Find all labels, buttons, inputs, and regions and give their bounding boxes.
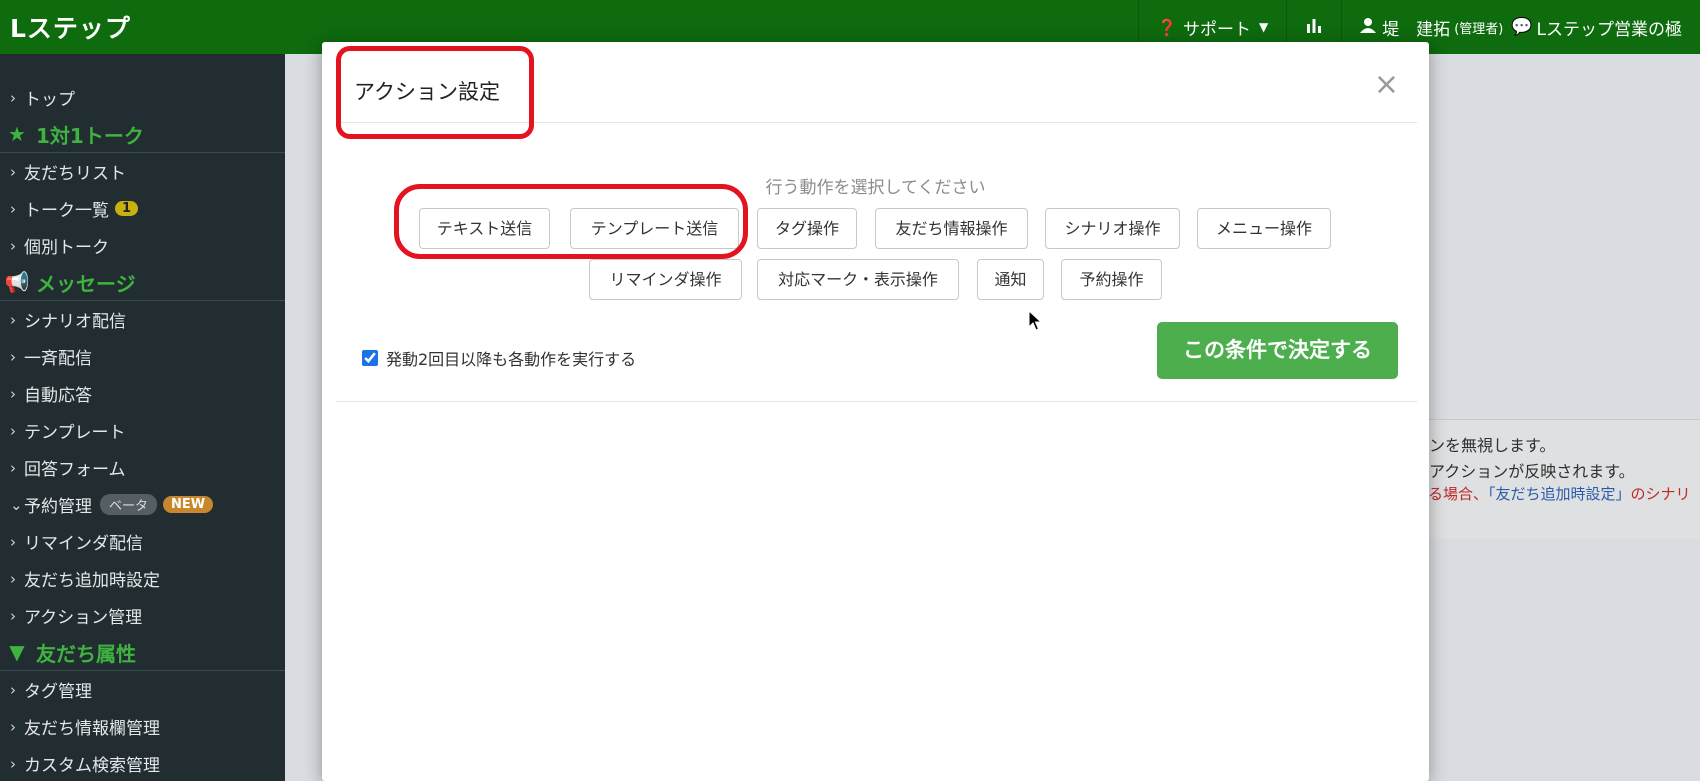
question-circle-icon: ❓ [1157, 17, 1177, 37]
notify-button[interactable]: 通知 [977, 259, 1044, 300]
bar-chart-icon [1305, 17, 1323, 38]
sidebar-item-label: カスタム検索管理 [24, 756, 160, 776]
red-highlight-title [336, 46, 534, 139]
chevron-right-icon: › [10, 458, 16, 477]
chevron-right-icon: › [10, 310, 16, 329]
section-label: 1対1トーク [36, 123, 144, 148]
sidebar-item-label: 予約管理 [24, 497, 92, 517]
scenario-op-button[interactable]: シナリオ操作 [1045, 208, 1180, 249]
sidebar-item-label: リマインダ配信 [24, 534, 143, 554]
sidebar-item-label: トーク一覧 [24, 201, 109, 221]
chevron-right-icon: › [10, 347, 16, 366]
action-settings-modal: アクション設定 × 行う動作を選択してください テキスト送信 テンプレート送信 … [322, 42, 1429, 781]
sidebar-item-friend-info-mgmt[interactable]: › 友だち情報欄管理 [0, 708, 285, 745]
sidebar-item-label: テンプレート [24, 423, 126, 443]
new-badge: NEW [163, 496, 214, 513]
chevron-right-icon: › [10, 754, 16, 773]
chevron-right-icon: › [10, 199, 16, 218]
sidebar-item-label: 自動応答 [24, 386, 92, 406]
sidebar: › トップ ★ 1対1トーク › 友だちリスト › トーク一覧 1 › 個別トーク 📢 メッセ… [0, 54, 285, 781]
star-icon: ★ [8, 122, 26, 146]
sidebar-item-talk-list[interactable]: › トーク一覧 1 [0, 190, 285, 227]
chevron-right-icon: › [10, 569, 16, 588]
confirm-conditions-button[interactable]: この条件で決定する [1157, 322, 1398, 379]
sidebar-item-tag-mgmt[interactable]: › タグ管理 [0, 671, 285, 708]
sidebar-item-label: シナリオ配信 [24, 312, 126, 332]
sidebar-section-message: 📢 メッセージ [0, 264, 285, 301]
megaphone-icon: 📢 [4, 270, 30, 294]
repeat-action-option[interactable]: 発動2回目以降も各動作を実行する [362, 346, 636, 370]
menu-op-button[interactable]: メニュー操作 [1197, 208, 1331, 249]
sidebar-item-label: 個別トーク [24, 238, 109, 258]
brand-logo[interactable]: Lステップ [10, 9, 131, 45]
red-highlight-send-buttons [394, 184, 748, 259]
sidebar-item-reservation[interactable]: ⌄ 予約管理 ベータ NEW [0, 486, 285, 523]
sidebar-item-label: アクション管理 [24, 608, 143, 628]
sidebar-item-template[interactable]: › テンプレート [0, 412, 285, 449]
user-name: 堤 建拓 [1382, 19, 1451, 40]
sidebar-item-friend-add-setting[interactable]: › 友だち追加時設定 [0, 560, 285, 597]
sidebar-item-label: 友だち追加時設定 [24, 571, 160, 591]
sidebar-item-label: 友だち情報欄管理 [24, 719, 160, 739]
sidebar-item-scenario[interactable]: › シナリオ配信 [0, 301, 285, 338]
chevron-right-icon: › [10, 421, 16, 440]
chevron-down-icon: ⌄ [10, 495, 23, 514]
sidebar-section-talk: ★ 1対1トーク [0, 116, 285, 153]
section-label: メッセージ [36, 271, 136, 296]
unread-badge: 1 [115, 201, 139, 216]
support-label: サポート [1182, 19, 1251, 40]
chevron-right-icon: › [10, 717, 16, 736]
sidebar-item-label: 回答フォーム [24, 460, 126, 480]
beta-badge: ベータ [100, 494, 158, 515]
sidebar-item-auto-reply[interactable]: › 自動応答 [0, 375, 285, 412]
friend-info-op-button[interactable]: 友だち情報操作 [875, 208, 1028, 249]
sidebar-item-friend-list[interactable]: › 友だちリスト [0, 153, 285, 190]
sidebar-item-reminder[interactable]: › リマインダ配信 [0, 523, 285, 560]
chevron-right-icon: › [10, 88, 16, 107]
filter-icon: ▼ [9, 640, 25, 664]
sidebar-item-label: タグ管理 [24, 682, 92, 702]
chevron-right-icon: › [10, 680, 16, 699]
sidebar-item-action-mgmt[interactable]: › アクション管理 [0, 597, 285, 634]
section-label: 友だち属性 [36, 641, 136, 666]
chevron-right-icon: › [10, 606, 16, 625]
close-icon[interactable]: × [1374, 70, 1399, 100]
mouse-cursor-icon [1028, 310, 1042, 331]
mark-display-op-button[interactable]: 対応マーク・表示操作 [757, 259, 959, 300]
sidebar-item-label: 友だちリスト [24, 164, 126, 184]
user-role: (管理者) [1454, 21, 1504, 37]
sidebar-item-top[interactable]: › トップ [0, 79, 285, 116]
sidebar-item-broadcast[interactable]: › 一斉配信 [0, 338, 285, 375]
footer-divider [336, 401, 1417, 402]
sidebar-section-friend-attr: ▼ 友だち属性 [0, 634, 285, 671]
reminder-op-button[interactable]: リマインダ操作 [589, 259, 742, 300]
sidebar-item-individual-talk[interactable]: › 個別トーク [0, 227, 285, 264]
account-label: Lステップ営業の極 [1536, 19, 1682, 40]
tag-op-button[interactable]: タグ操作 [757, 208, 857, 249]
reservation-op-button[interactable]: 予約操作 [1061, 259, 1162, 300]
chat-icon: 💬 [1511, 17, 1533, 37]
repeat-action-label: 発動2回目以降も各動作を実行する [386, 350, 637, 369]
chevron-right-icon: › [10, 532, 16, 551]
sidebar-item-label: 一斉配信 [24, 349, 92, 369]
chevron-right-icon: › [10, 384, 16, 403]
chevron-right-icon: › [10, 236, 16, 255]
repeat-action-checkbox[interactable] [362, 350, 378, 366]
sidebar-item-custom-search[interactable]: › カスタム検索管理 [0, 745, 285, 781]
chevron-right-icon: › [10, 162, 16, 181]
sidebar-item-answer-form[interactable]: › 回答フォーム [0, 449, 285, 486]
caret-down-icon: ▼ [1258, 20, 1269, 34]
user-icon [1360, 17, 1377, 37]
sidebar-item-label: トップ [24, 90, 75, 110]
